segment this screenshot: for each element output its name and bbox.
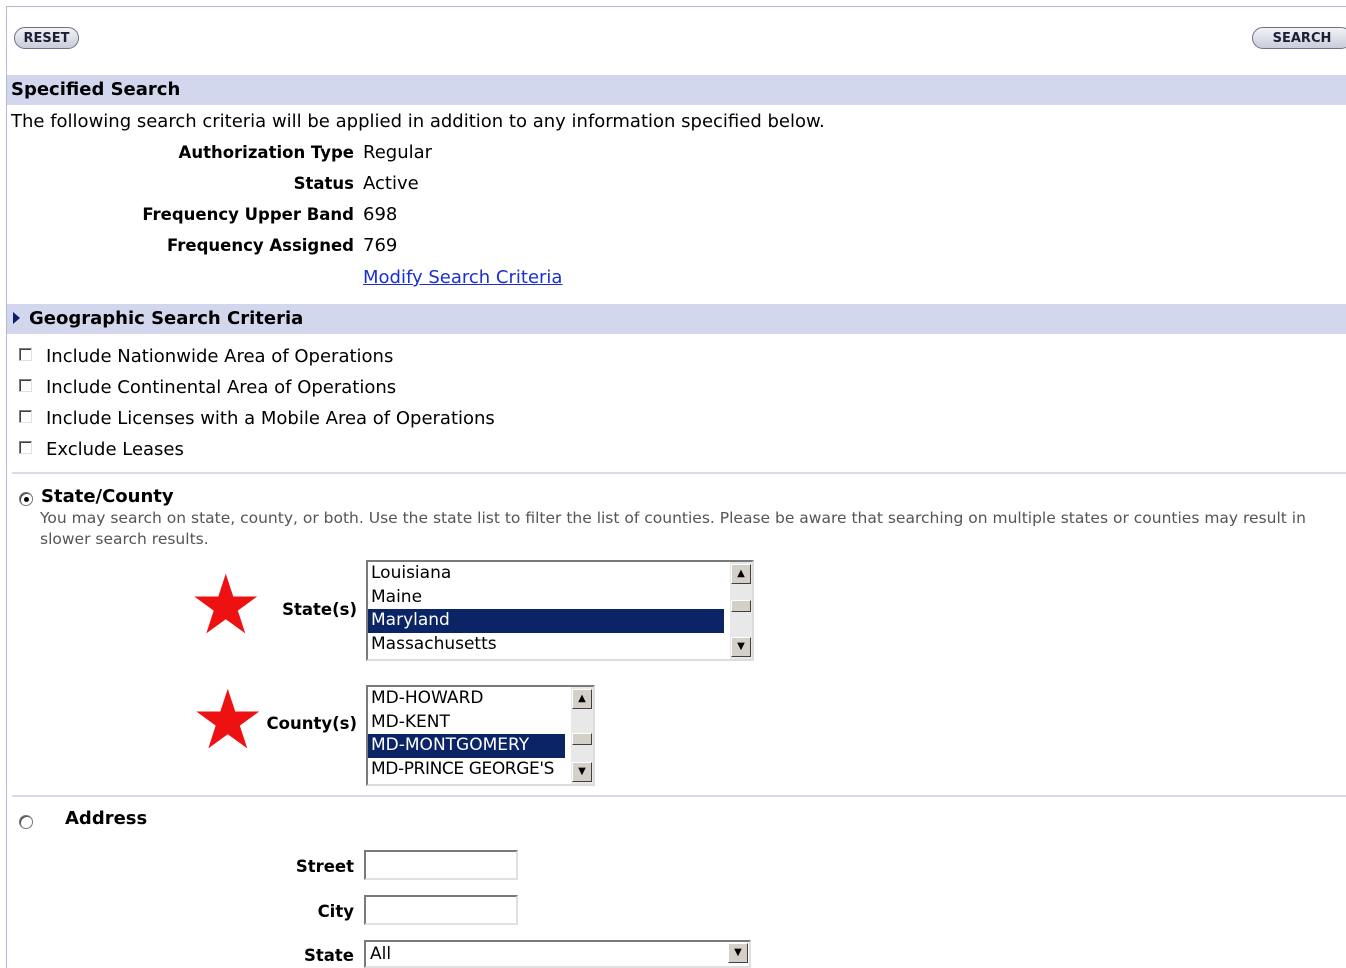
include-nationwide-label: Include Nationwide Area of Operations	[46, 346, 394, 367]
status-label: Status	[293, 174, 354, 193]
county-option-howard[interactable]: MD-HOWARD	[368, 687, 593, 711]
authorization-type-label: Authorization Type	[178, 143, 354, 162]
state-county-label: State/County	[41, 486, 174, 507]
status-value: Active	[363, 173, 419, 194]
scroll-up-icon[interactable]: ▲	[731, 564, 751, 584]
counties-listbox[interactable]: MD-HOWARD MD-KENT MD-MONTGOMERY MD-PRINC…	[366, 685, 595, 786]
county-option-montgomery[interactable]: MD-MONTGOMERY	[368, 734, 565, 758]
geographic-search-header[interactable]: Geographic Search Criteria	[7, 304, 1346, 334]
include-continental-label: Include Continental Area of Operations	[46, 377, 397, 398]
authorization-type-value: Regular	[363, 142, 433, 163]
state-county-radio[interactable]	[19, 492, 33, 506]
red-star-icon: ★	[189, 558, 263, 653]
specified-search-intro: The following search criteria will be ap…	[11, 111, 825, 132]
scroll-up-icon[interactable]: ▲	[572, 689, 592, 709]
chevron-down-icon[interactable]: ▼	[728, 943, 748, 963]
state-select-value: All	[370, 944, 392, 964]
states-scrollbar[interactable]: ▲ ▼	[730, 562, 752, 659]
state-option-maine[interactable]: Maine	[368, 586, 752, 610]
counties-scrollbar[interactable]: ▲ ▼	[571, 687, 593, 784]
reset-button[interactable]: RESET	[14, 27, 79, 49]
specified-search-header: Specified Search	[7, 75, 1346, 105]
modify-search-criteria-link[interactable]: Modify Search Criteria	[363, 267, 562, 288]
divider	[12, 472, 1346, 474]
scroll-thumb[interactable]	[572, 733, 592, 745]
divider	[12, 795, 1346, 797]
include-continental-checkbox[interactable]	[19, 379, 32, 392]
county-option-kent[interactable]: MD-KENT	[368, 711, 593, 735]
specified-search-title: Specified Search	[11, 79, 181, 100]
include-mobile-label: Include Licenses with a Mobile Area of O…	[46, 408, 495, 429]
include-mobile-checkbox[interactable]	[19, 410, 32, 423]
street-label: Street	[295, 857, 354, 876]
geographic-search-title: Geographic Search Criteria	[29, 308, 304, 329]
state-county-help-text: You may search on state, county, or both…	[40, 509, 1306, 548]
city-input[interactable]	[364, 895, 518, 925]
state-label: State	[304, 946, 354, 965]
include-nationwide-checkbox[interactable]	[19, 348, 32, 361]
state-select[interactable]: All ▼	[364, 940, 751, 968]
exclude-leases-label: Exclude Leases	[46, 439, 184, 460]
address-label: Address	[65, 808, 148, 829]
county-option-prince-georges[interactable]: MD-PRINCE GEORGE'S	[368, 758, 593, 782]
exclude-leases-checkbox[interactable]	[19, 441, 32, 454]
states-label: State(s)	[282, 600, 357, 619]
frequency-upper-band-value: 698	[363, 204, 398, 225]
street-input[interactable]	[364, 850, 518, 880]
frequency-assigned-value: 769	[363, 235, 398, 256]
counties-label: County(s)	[266, 714, 357, 733]
address-radio[interactable]	[19, 815, 33, 829]
search-button[interactable]: SEARCH	[1252, 27, 1346, 49]
scroll-thumb[interactable]	[731, 600, 751, 612]
state-option-massachusetts[interactable]: Massachusetts	[368, 633, 752, 657]
state-option-maryland[interactable]: Maryland	[368, 609, 724, 633]
scroll-down-icon[interactable]: ▼	[572, 762, 592, 782]
city-label: City	[317, 902, 354, 921]
triangle-right-icon	[13, 312, 20, 324]
frequency-assigned-label: Frequency Assigned	[167, 236, 354, 255]
red-star-icon: ★	[191, 673, 265, 768]
state-option-louisiana[interactable]: Louisiana	[368, 562, 752, 586]
states-listbox[interactable]: Louisiana Maine Maryland Massachusetts ▲…	[366, 560, 754, 661]
scroll-down-icon[interactable]: ▼	[731, 637, 751, 657]
frequency-upper-band-label: Frequency Upper Band	[142, 205, 354, 224]
